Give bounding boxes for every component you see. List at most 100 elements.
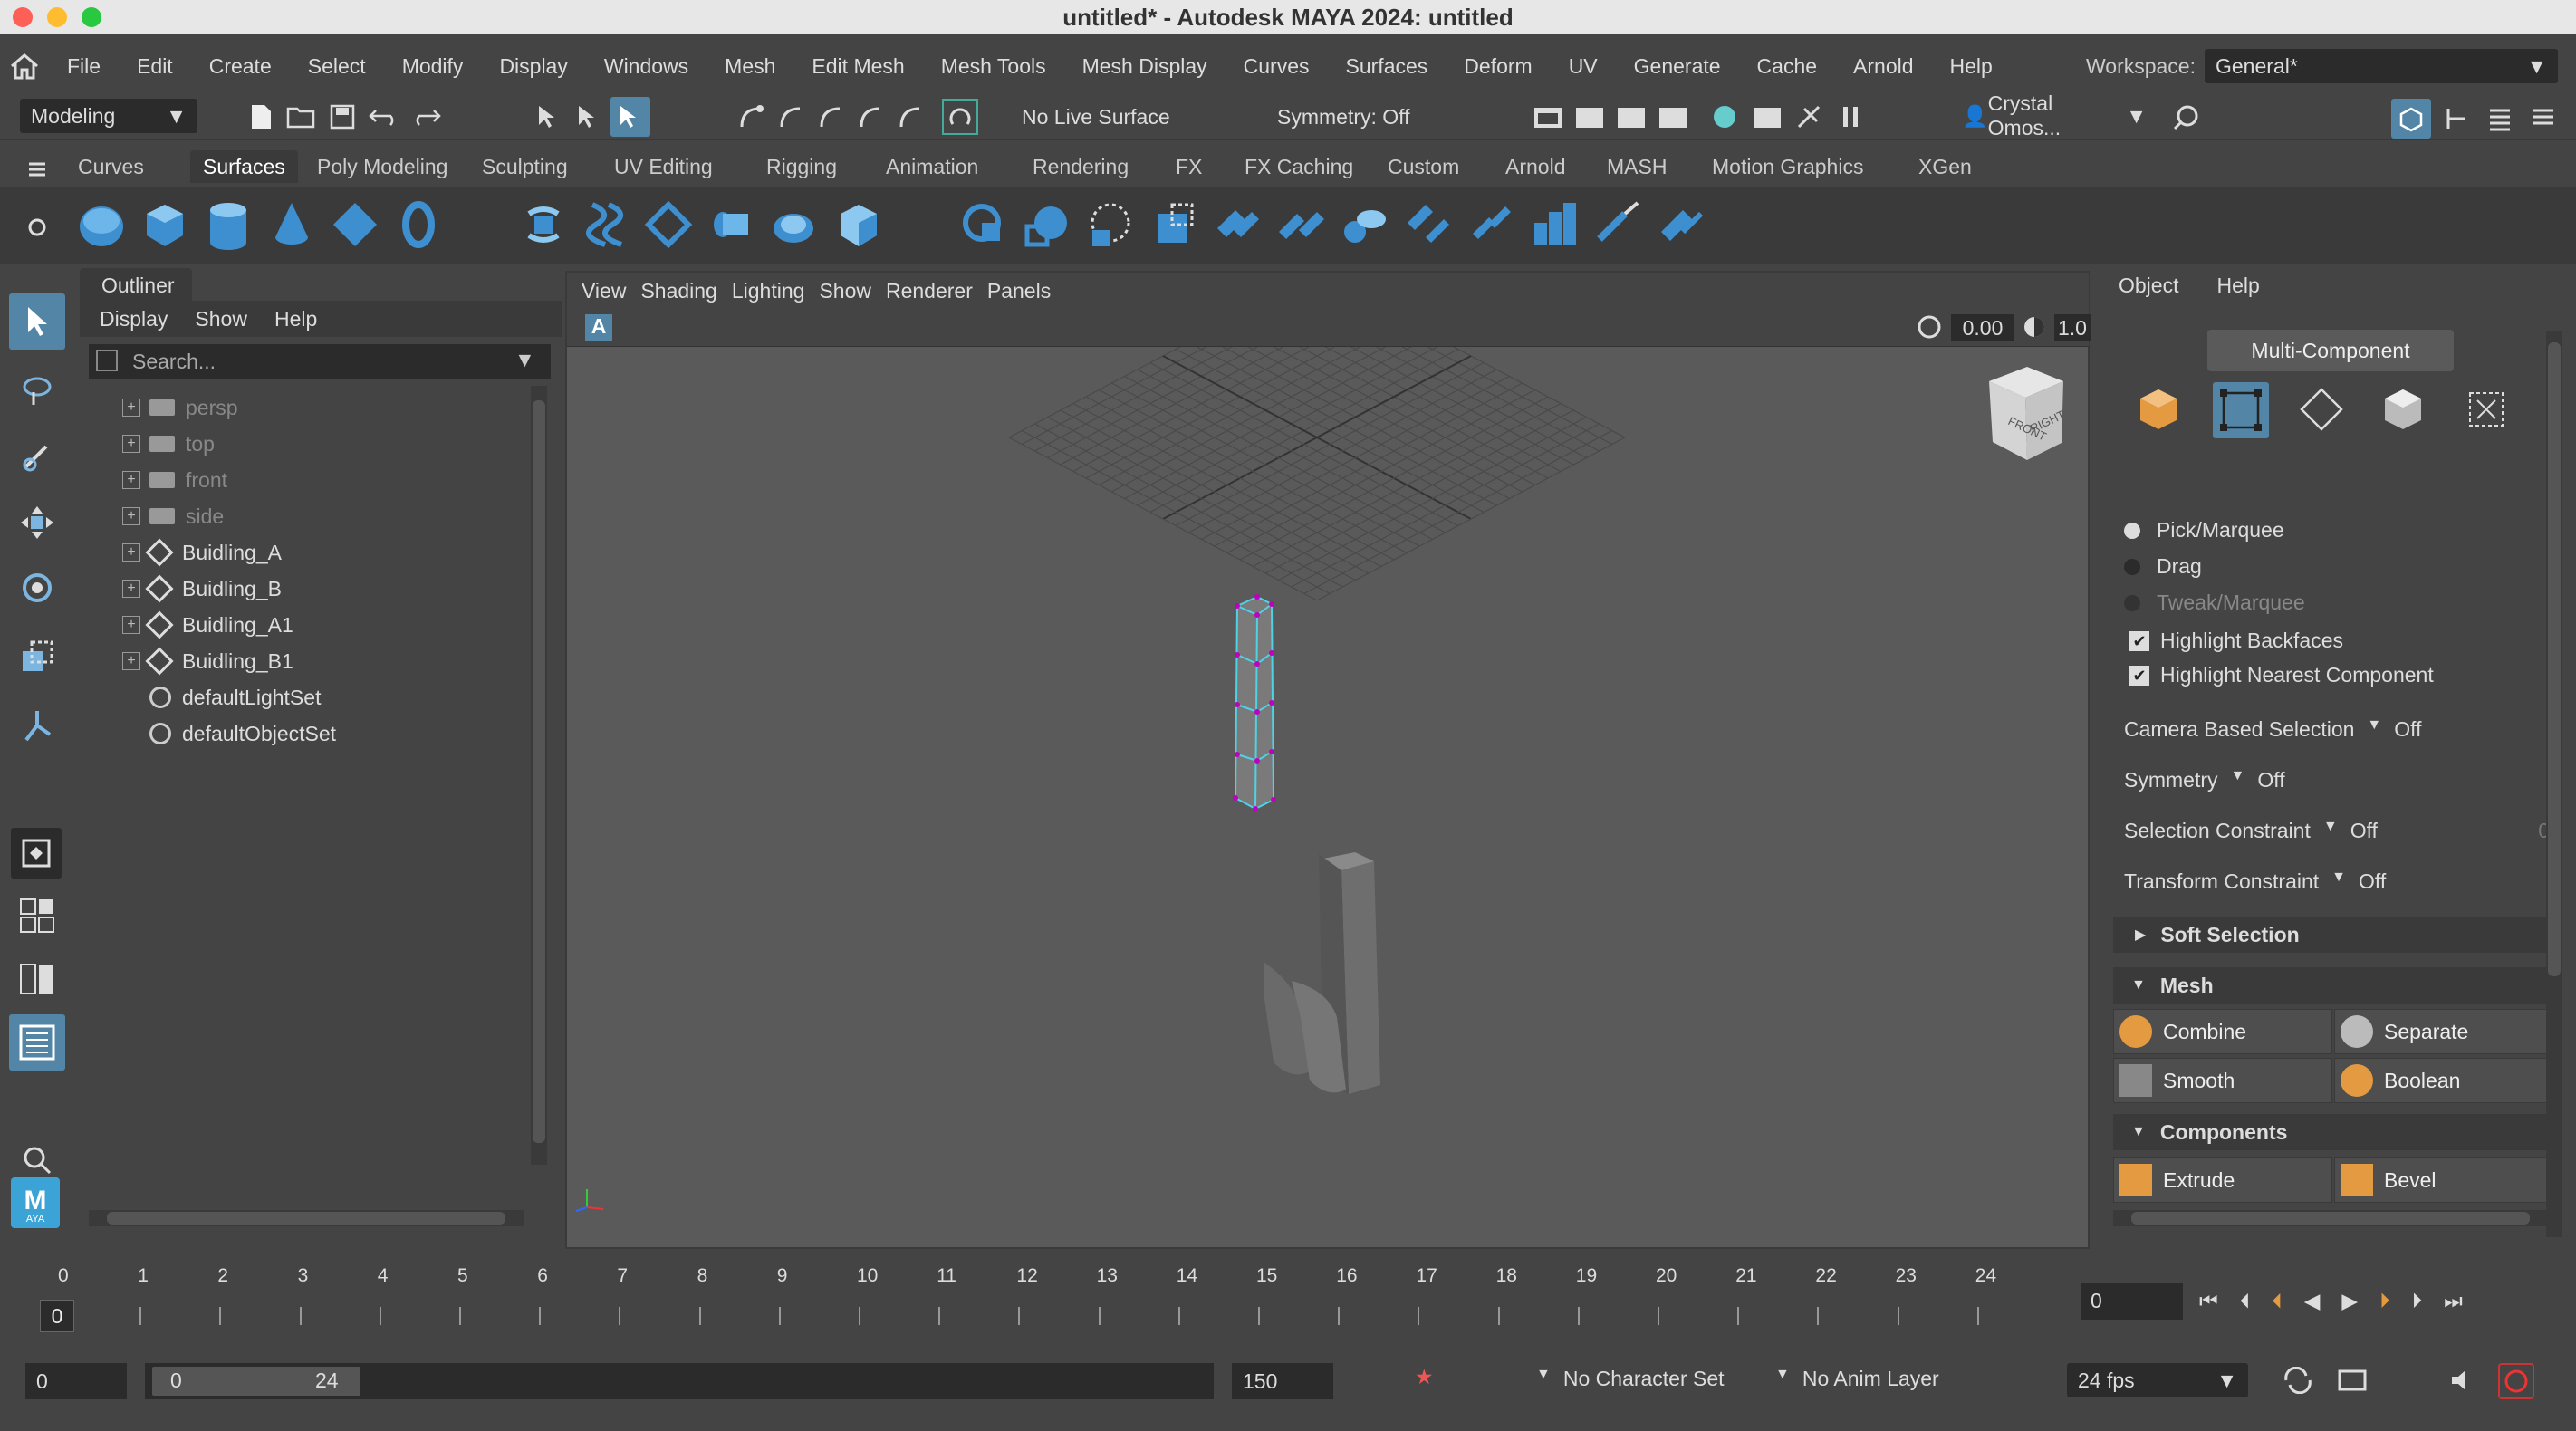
extrude-button[interactable]: Extrude — [2113, 1157, 2332, 1203]
symmetry-row[interactable]: Symmetry ▼ Off — [2124, 768, 2285, 792]
bevel-button[interactable]: Bevel — [2334, 1157, 2553, 1203]
home-icon[interactable] — [0, 53, 49, 80]
expand-icon[interactable]: + — [122, 399, 140, 417]
play-forwards-icon[interactable]: ▶ — [2341, 1289, 2358, 1313]
render-current-frame-icon[interactable] — [1572, 101, 1607, 133]
object-mode-icon[interactable] — [2135, 386, 2182, 433]
shelf-scroll-icon[interactable] — [2522, 196, 2558, 254]
shelf-tab-rigging[interactable]: Rigging — [754, 150, 850, 183]
outliner-tab[interactable]: Outliner — [80, 268, 192, 301]
snap-point-icon[interactable] — [815, 101, 848, 133]
shelf-tab-custom[interactable]: Custom — [1375, 150, 1472, 183]
expand-icon[interactable]: + — [122, 616, 140, 634]
viewport-menu-renderer[interactable]: Renderer — [886, 279, 987, 303]
expand-icon[interactable]: + — [122, 435, 140, 453]
transform-constraint-row[interactable]: Transform Constraint ▼ Off — [2124, 869, 2386, 894]
viewport-menu-lighting[interactable]: Lighting — [732, 279, 820, 303]
paint-select-icon[interactable] — [9, 427, 65, 484]
tool-settings-icon[interactable] — [2523, 99, 2563, 139]
loft-icon[interactable] — [578, 196, 636, 254]
sculpt-geometry-icon[interactable] — [1652, 196, 1710, 254]
menu-mesh-display[interactable]: Mesh Display — [1064, 54, 1226, 79]
shelf-tab-sculpting[interactable]: Sculpting — [469, 150, 581, 183]
combine-button[interactable]: Combine — [2113, 1009, 2332, 1054]
menu-edit-mesh[interactable]: Edit Mesh — [793, 54, 922, 79]
exposure-field[interactable]: 0.00 — [1951, 314, 2014, 341]
channel-box-icon[interactable] — [2437, 99, 2476, 139]
loop-playback-icon[interactable] — [2283, 1367, 2313, 1394]
selection-constraint-row[interactable]: Selection Constraint ▼ Off 0 — [2124, 819, 2550, 843]
expand-icon[interactable]: + — [122, 507, 140, 525]
menu-display[interactable]: Display — [481, 54, 585, 79]
time-ruler[interactable]: 0 1 2 3 4 5 6 7 8 9 10 11 12 13 14 15 16 17 18 19 20 21 22 23 24… — [36, 1265, 2065, 1336]
snap-grid-icon[interactable] — [735, 101, 768, 133]
shelf-tab-surfaces[interactable]: Surfaces — [190, 150, 298, 183]
separate-button[interactable]: Separate — [2334, 1009, 2553, 1054]
edge-mode-icon[interactable] — [2298, 386, 2345, 433]
shelf-tab-arnold[interactable]: Arnold — [1493, 150, 1578, 183]
scale-tool-icon[interactable] — [9, 629, 65, 685]
open-close-surface-icon[interactable] — [1399, 196, 1456, 254]
project-curve-icon[interactable] — [1018, 196, 1076, 254]
highlight-nearest-checkbox[interactable]: ✔ Highlight Nearest Component — [2129, 663, 2434, 687]
live-surface-label[interactable]: No Live Surface — [1022, 101, 1212, 133]
expand-icon[interactable]: + — [122, 580, 140, 598]
extend-surface-icon[interactable] — [1525, 196, 1583, 254]
nurbs-cube-icon[interactable] — [136, 196, 194, 254]
shelf-tab-uv-editing[interactable]: UV Editing — [601, 150, 726, 183]
toolkit-menu-help[interactable]: Help — [2216, 274, 2259, 298]
shelf-tab-animation[interactable]: Animation — [873, 150, 991, 183]
trim-tool-icon[interactable] — [1081, 196, 1139, 254]
toolkit-horizontal-scrollbar[interactable] — [2113, 1210, 2561, 1226]
nurbs-cylinder-icon[interactable] — [199, 196, 257, 254]
range-handle[interactable]: 0 24 — [152, 1367, 360, 1396]
outliner-item[interactable]: + Buidling_A — [86, 534, 282, 571]
face-mode-icon[interactable] — [2379, 386, 2427, 433]
nurbs-torus-icon[interactable] — [389, 196, 447, 254]
outliner-vertical-scrollbar[interactable] — [531, 386, 547, 1165]
shelf-tab-poly-modeling[interactable]: Poly Modeling — [304, 150, 460, 183]
building-a-selected-mesh[interactable] — [1233, 594, 1276, 812]
outliner-item[interactable]: defaultObjectSet — [86, 716, 336, 752]
outliner-search-input[interactable]: Search... — [89, 344, 551, 379]
new-scene-icon[interactable] — [245, 101, 277, 133]
step-forward-key-icon[interactable]: ⏵ — [2379, 1289, 2390, 1313]
four-pane-layout-icon[interactable] — [9, 888, 65, 944]
tweak-marquee-option[interactable]: Tweak/Marquee — [2124, 591, 2305, 615]
outliner-item[interactable]: + Buidling_B1 — [86, 643, 293, 679]
align-surfaces-icon[interactable] — [1335, 196, 1393, 254]
components-section[interactable]: ▼ Components — [2113, 1114, 2561, 1150]
attach-surfaces-icon[interactable] — [1208, 196, 1266, 254]
menu-select[interactable]: Select — [290, 54, 384, 79]
nurbs-cone-icon[interactable] — [263, 196, 321, 254]
birail-icon[interactable] — [766, 196, 824, 254]
toolkit-vertical-scrollbar[interactable] — [2546, 331, 2562, 1237]
modeling-toolkit-icon[interactable] — [2391, 99, 2431, 139]
sound-icon[interactable] — [2449, 1367, 2480, 1394]
current-time-marker[interactable]: 0 — [40, 1300, 74, 1332]
viewport-panel[interactable]: View Shading Lighting Show Renderer Panels A … — [565, 271, 2091, 1249]
outliner-item[interactable]: + Buidling_B — [86, 571, 282, 607]
menu-generate[interactable]: Generate — [1616, 54, 1739, 79]
outliner-horizontal-scrollbar[interactable] — [89, 1210, 524, 1226]
search-help-icon[interactable] — [2170, 101, 2203, 133]
multi-component-button[interactable]: Multi-Component — [2207, 330, 2454, 371]
play-backwards-icon[interactable]: ◀ — [2304, 1289, 2321, 1313]
open-scene-icon[interactable] — [284, 101, 317, 133]
select-hierarchy-icon[interactable] — [531, 99, 567, 135]
go-to-end-icon[interactable]: ⏭ — [2444, 1289, 2463, 1313]
menu-surfaces[interactable]: Surfaces — [1328, 54, 1447, 79]
viewport-menu-view[interactable]: View — [567, 279, 640, 303]
animation-preferences-icon[interactable] — [2498, 1363, 2534, 1399]
light-editor-icon[interactable] — [1792, 101, 1826, 133]
move-tool-icon[interactable] — [9, 495, 65, 551]
menu-arnold[interactable]: Arnold — [1835, 54, 1931, 79]
snap-plane-icon[interactable] — [895, 101, 928, 133]
menu-deform[interactable]: Deform — [1446, 54, 1550, 79]
expand-icon[interactable]: + — [122, 543, 140, 562]
menu-mesh[interactable]: Mesh — [706, 54, 793, 79]
gamma-icon[interactable] — [2022, 314, 2049, 341]
attribute-editor-icon[interactable] — [2480, 99, 2520, 139]
menu-set-dropdown[interactable]: Modeling ▼ — [20, 99, 197, 133]
last-tool-icon[interactable] — [9, 697, 65, 754]
